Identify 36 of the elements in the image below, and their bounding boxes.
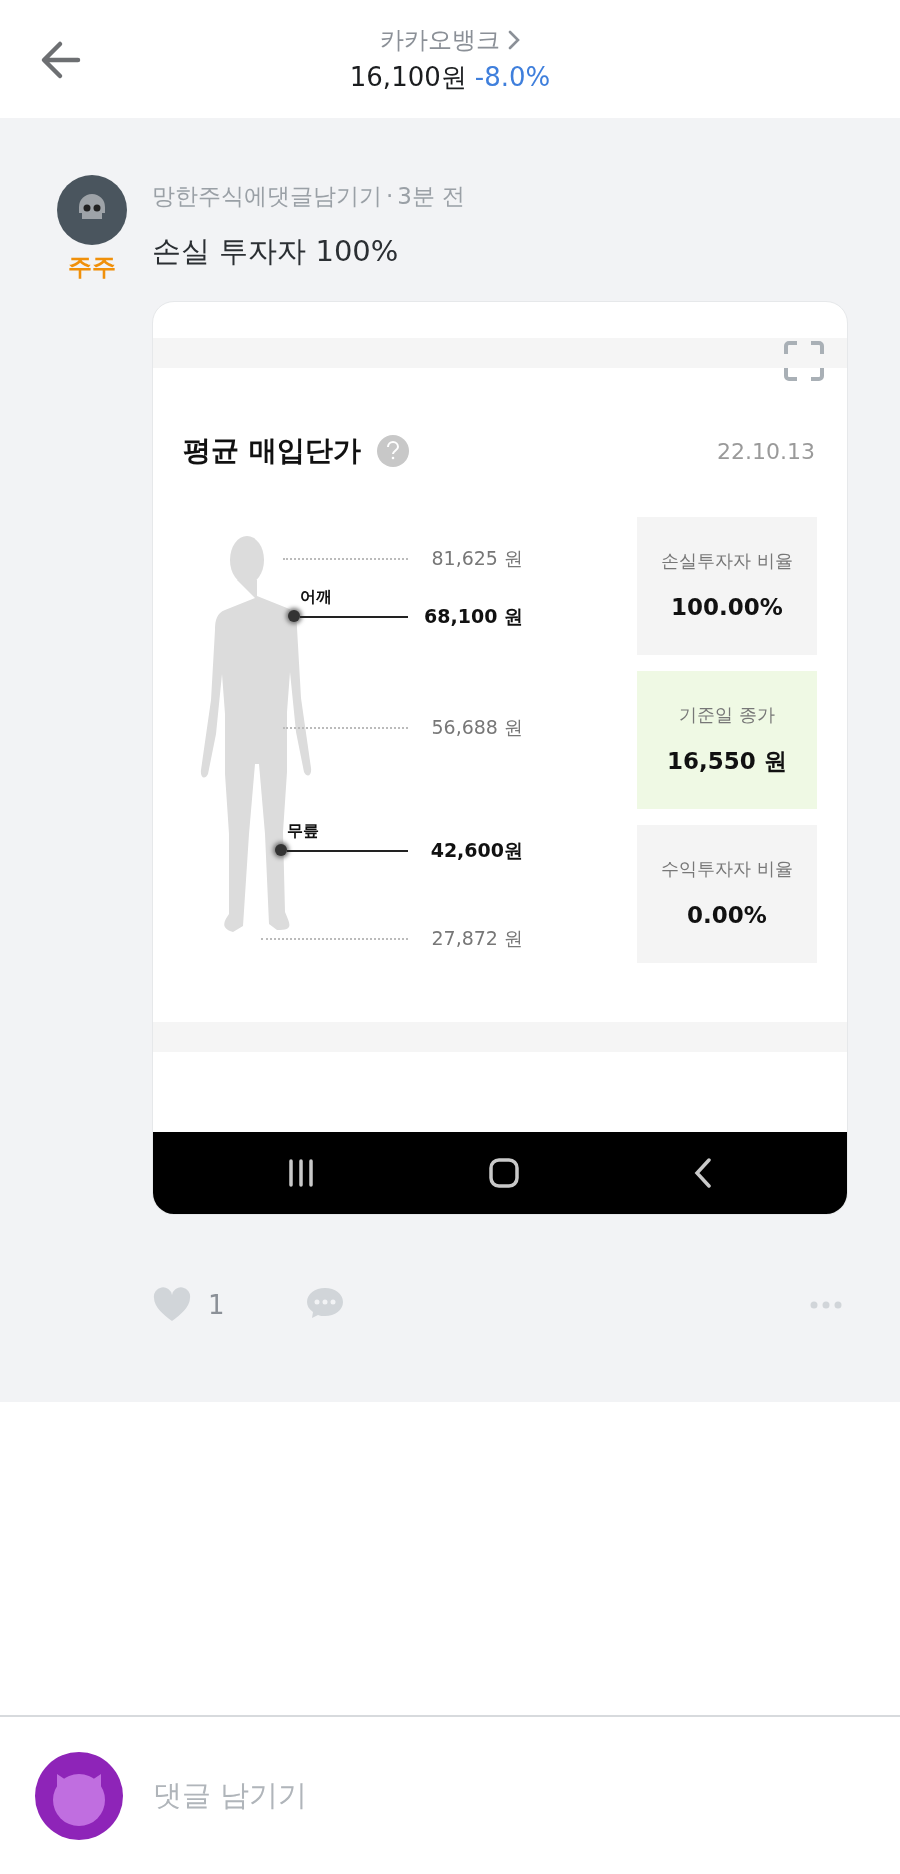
- help-icon[interactable]: [376, 435, 409, 467]
- home-icon[interactable]: [489, 1158, 519, 1188]
- recent-apps-icon[interactable]: [288, 1159, 315, 1187]
- devil-avatar-icon: [35, 1752, 123, 1840]
- stock-name[interactable]: 카카오뱅크: [380, 21, 500, 58]
- author-name[interactable]: 망한주식에댓글남기기: [152, 179, 382, 214]
- post-text: 손실 투자자 100%: [152, 232, 400, 270]
- stat-label: 수익투자자 비율: [661, 857, 793, 882]
- stock-price: 16,100원: [349, 60, 467, 94]
- skull-avatar-icon: [57, 175, 127, 245]
- joint-label: 무릎: [287, 820, 319, 842]
- comment-input[interactable]: 댓글 남기기: [151, 1773, 865, 1819]
- joint-label: 어깨: [300, 586, 332, 608]
- screenshot-card[interactable]: 평균 매입단가 22.10.13 81,625 원 어깨 68,100 원 56,688 원 무릎 42,600원 27,872 원 손실투자자 비율 100.00% 기준일 종가 16,550 원 수익투자자 비율 0.00%: [152, 301, 848, 1215]
- stat-label: 기준일 종가: [679, 703, 775, 728]
- date-label: 22.10.13: [717, 437, 815, 466]
- price-change: -8.0%: [474, 60, 551, 94]
- chevron-right-icon: [508, 29, 520, 50]
- section-title: 평균 매입단가: [183, 433, 361, 469]
- heart-icon[interactable]: [152, 1287, 192, 1323]
- like-count: 1: [208, 1288, 225, 1322]
- price-level: 27,872 원: [431, 926, 523, 951]
- back-icon[interactable]: [693, 1158, 712, 1188]
- price-level: 81,625 원: [431, 546, 523, 571]
- stat-value: 16,550 원: [667, 747, 787, 777]
- more-icon[interactable]: [810, 1301, 842, 1309]
- separator: ·: [386, 182, 394, 211]
- price-level: 42,600원: [430, 838, 523, 863]
- stat-label: 손실투자자 비율: [661, 549, 793, 574]
- fullscreen-icon[interactable]: [783, 340, 825, 382]
- shareholder-label: 주주: [68, 252, 116, 283]
- stat-value: 100.00%: [671, 593, 783, 623]
- stat-value: 0.00%: [687, 901, 767, 931]
- price-level: 68,100 원: [424, 604, 523, 629]
- price-level: 56,688 원: [431, 715, 523, 740]
- post-time: 3분 전: [397, 182, 466, 211]
